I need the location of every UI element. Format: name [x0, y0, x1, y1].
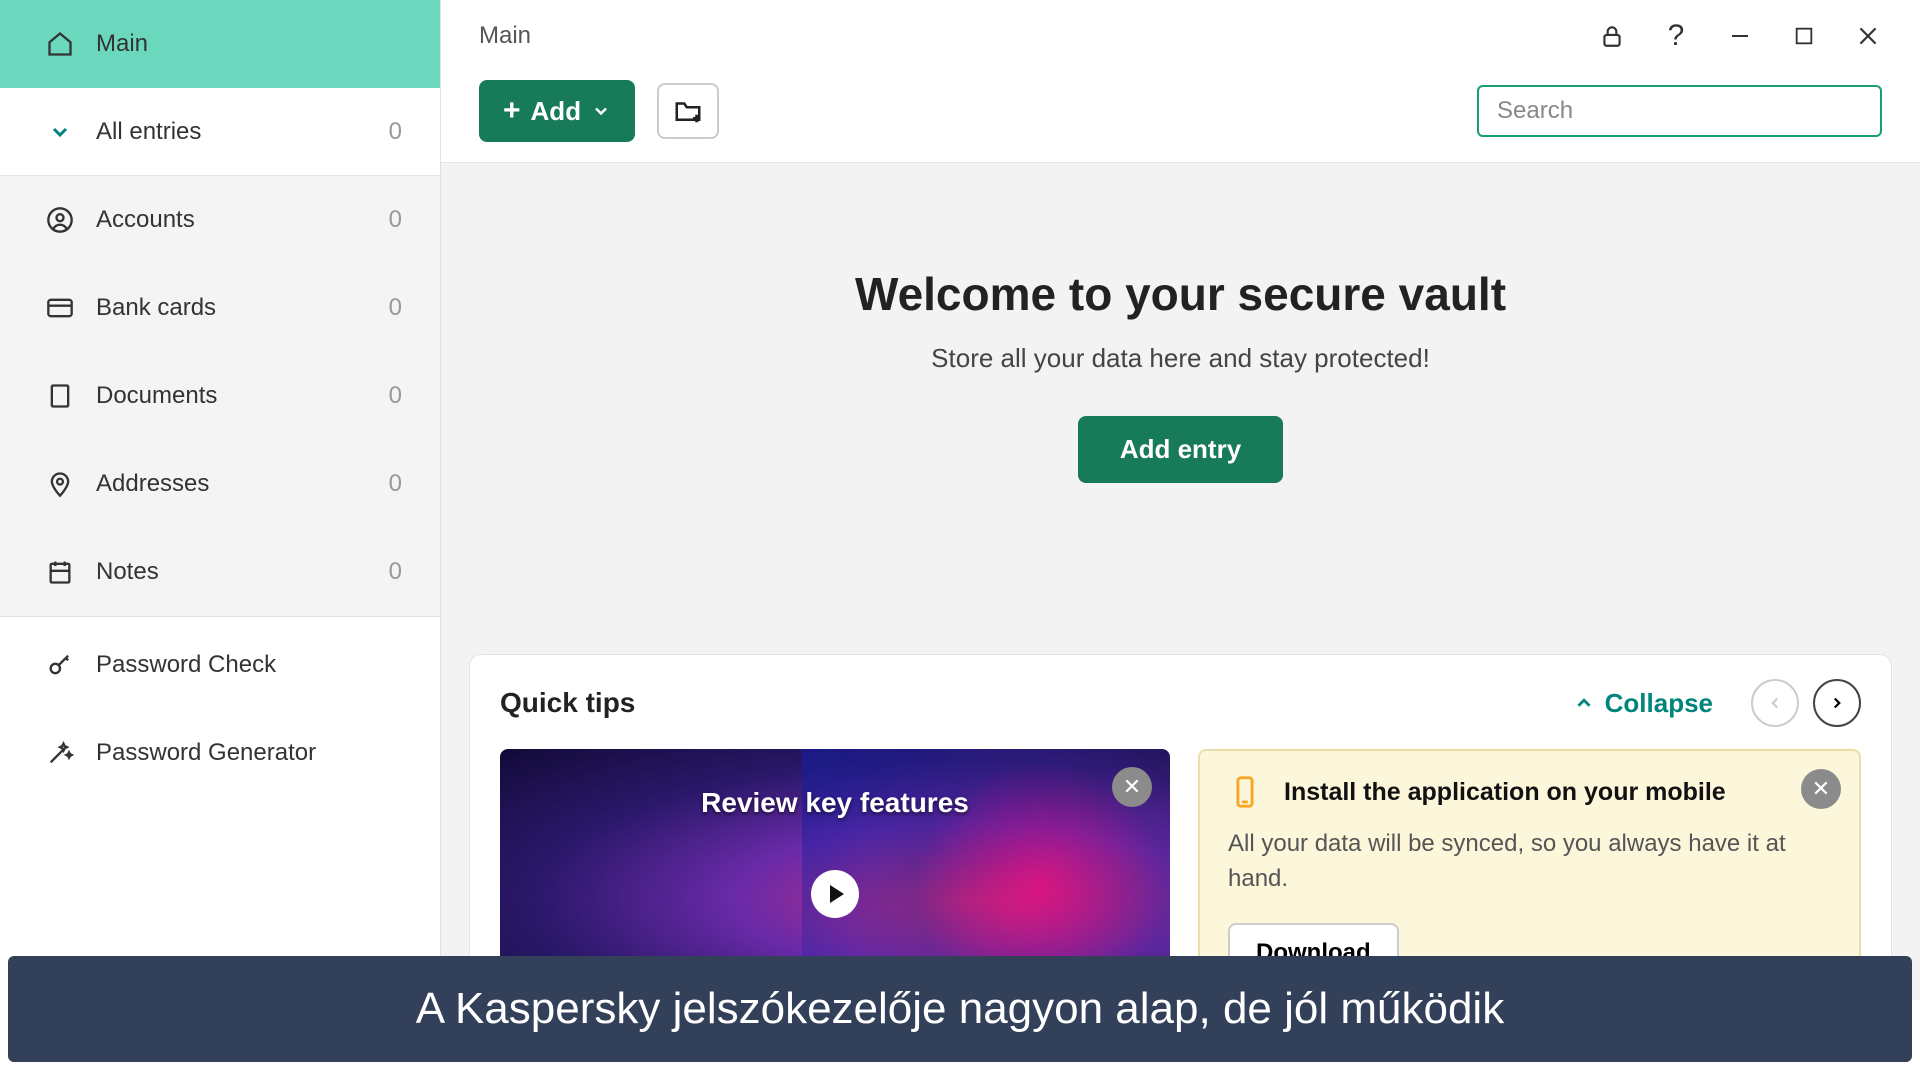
sidebar-item-label: Documents	[96, 382, 389, 410]
card-close-button[interactable]: ✕	[1801, 769, 1841, 809]
document-icon	[44, 380, 76, 412]
app-window: Main All entries 0 Accounts 0	[0, 0, 1920, 1000]
install-body: All your data will be synced, so you alw…	[1228, 827, 1788, 897]
sidebar-item-label: Password Check	[96, 651, 402, 679]
sidebar-item-accounts[interactable]: Accounts 0	[0, 176, 440, 264]
sidebar-item-count: 0	[389, 206, 402, 234]
tips-nav	[1751, 679, 1861, 727]
mobile-icon	[1228, 775, 1262, 809]
chevron-up-icon	[1573, 692, 1595, 714]
welcome-heading: Welcome to your secure vault	[441, 267, 1920, 321]
page-title: Main	[479, 22, 1578, 50]
sidebar-main-label: Main	[96, 30, 402, 58]
play-icon[interactable]	[811, 870, 859, 918]
close-icon[interactable]	[1854, 22, 1882, 50]
toolbar: + Add	[441, 50, 1920, 162]
sidebar-item-label: Accounts	[96, 206, 389, 234]
card-icon	[44, 292, 76, 324]
collapse-button[interactable]: Collapse	[1573, 688, 1713, 719]
sidebar-all-entries-count: 0	[389, 118, 402, 146]
chevron-down-icon	[591, 101, 611, 121]
plus-icon: +	[503, 94, 521, 128]
sidebar-all-entries-label: All entries	[96, 118, 389, 146]
pin-icon	[44, 468, 76, 500]
add-button-label: Add	[531, 96, 582, 127]
sidebar-item-label: Notes	[96, 558, 389, 586]
window-controls: ?	[1598, 22, 1882, 50]
sidebar-item-count: 0	[389, 470, 402, 498]
minimize-icon[interactable]	[1726, 22, 1754, 50]
add-entry-button[interactable]: Add entry	[1078, 416, 1283, 483]
folder-plus-icon	[673, 96, 703, 126]
caption-overlay: A Kaspersky jelszókezelője nagyon alap, …	[8, 956, 1912, 1062]
sidebar-item-password-check[interactable]: Password Check	[0, 621, 440, 709]
search-input[interactable]	[1477, 85, 1882, 137]
sidebar-item-addresses[interactable]: Addresses 0	[0, 440, 440, 528]
topbar: Main ?	[441, 0, 1920, 50]
main-area: Main ?	[441, 0, 1920, 1000]
sidebar-item-label: Password Generator	[96, 739, 402, 767]
welcome-subtext: Store all your data here and stay protec…	[441, 343, 1920, 374]
tips-prev-button[interactable]	[1751, 679, 1799, 727]
sidebar-all-entries[interactable]: All entries 0	[0, 88, 440, 176]
wand-icon	[44, 737, 76, 769]
sidebar-item-documents[interactable]: Documents 0	[0, 352, 440, 440]
sidebar-item-label: Addresses	[96, 470, 389, 498]
sidebar-item-label: Bank cards	[96, 294, 389, 322]
home-icon	[44, 28, 76, 60]
video-title: Review key features	[500, 787, 1170, 819]
account-icon	[44, 204, 76, 236]
content-area: Welcome to your secure vault Store all y…	[441, 162, 1920, 1000]
chevron-down-icon	[44, 116, 76, 148]
chevron-left-icon	[1766, 694, 1784, 712]
welcome-block: Welcome to your secure vault Store all y…	[441, 163, 1920, 483]
sidebar-item-count: 0	[389, 294, 402, 322]
tips-next-button[interactable]	[1813, 679, 1861, 727]
tips-header: Quick tips Collapse	[500, 679, 1861, 727]
sidebar-item-count: 0	[389, 382, 402, 410]
tips-title: Quick tips	[500, 687, 1553, 719]
maximize-icon[interactable]	[1790, 22, 1818, 50]
collapse-label: Collapse	[1605, 688, 1713, 719]
add-button[interactable]: + Add	[479, 80, 635, 142]
sidebar-main[interactable]: Main	[0, 0, 440, 88]
key-icon	[44, 649, 76, 681]
sidebar: Main All entries 0 Accounts 0	[0, 0, 441, 1000]
sidebar-item-password-generator[interactable]: Password Generator	[0, 709, 440, 797]
sidebar-item-notes[interactable]: Notes 0	[0, 528, 440, 616]
help-icon[interactable]: ?	[1662, 22, 1690, 50]
sidebar-item-bank-cards[interactable]: Bank cards 0	[0, 264, 440, 352]
quick-tips-panel: Quick tips Collapse	[469, 654, 1892, 1000]
chevron-right-icon	[1828, 694, 1846, 712]
note-icon	[44, 556, 76, 588]
install-title: Install the application on your mobile	[1284, 778, 1726, 807]
sidebar-item-count: 0	[389, 558, 402, 586]
new-folder-button[interactable]	[657, 83, 719, 139]
sidebar-tools: Password Check Password Generator	[0, 616, 440, 797]
lock-icon[interactable]	[1598, 22, 1626, 50]
